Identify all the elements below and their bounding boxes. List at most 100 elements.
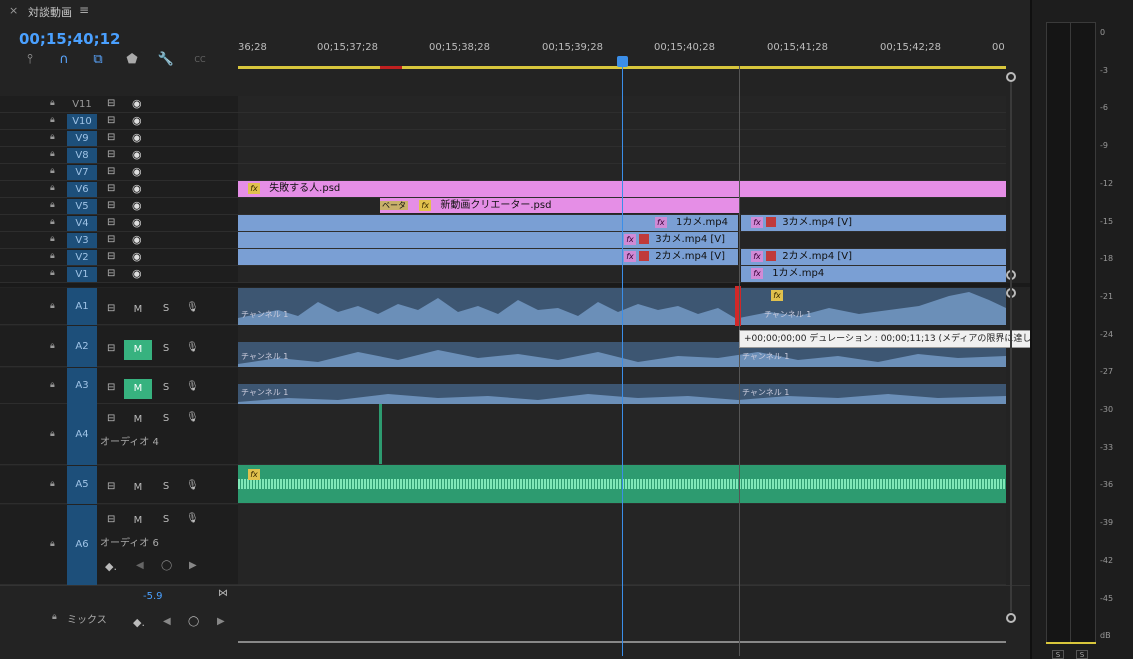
sync-lock-icon[interactable]: ⊟ [107,382,115,393]
playhead-line[interactable] [622,66,623,656]
panel-menu-icon[interactable]: ≡ [79,3,89,17]
next-keyframe-icon[interactable]: ▶ [189,560,197,571]
eye-icon[interactable]: ◉ [132,97,142,110]
audio-clip-a1-right[interactable]: チャンネル 1 fx [739,288,1006,325]
edit-point-marker[interactable] [735,286,741,326]
sync-lock-icon[interactable]: ⊟ [107,149,115,160]
lock-icon[interactable]: 🔒︎ [50,234,60,244]
lock-icon[interactable]: 🔒︎ [50,341,60,351]
timeline-settings-wrench-icon[interactable]: 🔧 [157,52,175,68]
prev-keyframe-icon[interactable]: ◀ [136,560,144,571]
eye-icon[interactable]: ◉ [132,165,142,178]
track-name-a[interactable]: A1 [67,288,97,325]
mute-button[interactable]: M [124,478,152,498]
lock-icon[interactable]: 🔒︎ [50,301,60,311]
mix-collapse-icon[interactable]: ⋈ [218,588,228,599]
lock-icon[interactable]: 🔒︎ [50,429,60,439]
lock-icon[interactable]: 🔒︎ [50,98,60,108]
lock-icon[interactable]: 🔒︎ [50,166,60,176]
solo-right-button[interactable]: S [1076,650,1088,659]
track-name-v[interactable]: V6 [67,182,97,197]
sync-lock-icon[interactable]: ⊟ [107,251,115,262]
mute-button[interactable]: M [124,340,152,360]
clip-v5[interactable]: ベータ fx 新動画クリエーター.psd [380,198,740,213]
lock-icon[interactable]: 🔒︎ [50,251,60,261]
playhead-handle[interactable] [617,56,628,67]
keyframe-toggle-icon[interactable]: ◯ [188,616,199,627]
video-audio-divider[interactable] [0,283,1030,287]
clip-v4-right[interactable]: fx 3カメ.mp4 [V] [741,215,1006,231]
sync-lock-icon[interactable]: ⊟ [107,268,115,279]
sync-lock-icon[interactable]: ⊟ [107,481,115,492]
track-name-a[interactable]: A5 [67,466,97,504]
solo-button[interactable]: S [160,382,172,393]
mute-button[interactable]: M [124,410,152,430]
next-keyframe-icon[interactable]: ▶ [217,616,225,627]
solo-button[interactable]: S [160,303,172,314]
eye-icon[interactable]: ◉ [132,233,142,246]
snap-magnet-icon[interactable]: ∩ [55,52,73,68]
sequence-tab-title[interactable]: 対談動画 [28,4,72,20]
scroll-top-handle[interactable] [1006,72,1016,82]
audio-clip-a1-left[interactable]: チャンネル 1 [238,288,735,325]
sync-lock-icon[interactable]: ⊟ [107,343,115,354]
lock-icon[interactable]: 🔒︎ [50,132,60,142]
lock-icon[interactable]: 🔒︎ [50,479,60,489]
track-name-v[interactable]: V3 [67,233,97,248]
prev-keyframe-icon[interactable]: ◀ [163,616,171,627]
lock-icon[interactable]: 🔒︎ [50,539,60,549]
track-name-v[interactable]: V10 [67,114,97,129]
microphone-icon[interactable]: 🎙︎ [186,513,199,524]
playhead-timecode[interactable]: 00;15;40;12 [19,30,121,48]
sync-lock-icon[interactable]: ⊟ [107,98,115,109]
microphone-icon[interactable]: 🎙︎ [186,381,199,392]
track-name-v[interactable]: V2 [67,250,97,265]
solo-button[interactable]: S [160,481,172,492]
track-name-v[interactable]: V11 [67,97,97,112]
clip-v4-left[interactable]: fx 1カメ.mp4 [238,215,738,231]
captions-icon[interactable]: CC [191,52,209,68]
mute-button[interactable]: M [124,511,152,531]
sync-lock-icon[interactable]: ⊟ [107,132,115,143]
lock-icon[interactable]: 🔒︎ [50,149,60,159]
microphone-icon[interactable]: 🎙︎ [186,480,199,491]
eye-icon[interactable]: ◉ [132,199,142,212]
insert-sequence-icon[interactable]: ⫯ [21,52,39,68]
track-name-a[interactable]: A3 [67,368,97,404]
track-name-a[interactable]: A6 [67,505,97,585]
lock-icon[interactable]: 🔒︎ [50,183,60,193]
clip-v2-left[interactable]: fx 2カメ.mp4 [V] [238,249,738,265]
track-name-v[interactable]: V7 [67,165,97,180]
lock-icon[interactable]: 🔒︎ [50,115,60,125]
clip-v1[interactable]: fx 1カメ.mp4 [741,266,1006,282]
lock-icon[interactable]: 🔒︎ [52,612,57,622]
solo-button[interactable]: S [160,343,172,354]
clip-v3[interactable]: fx 3カメ.mp4 [V] [238,232,738,248]
sync-lock-icon[interactable]: ⊟ [107,514,115,525]
lock-icon[interactable]: 🔒︎ [50,380,60,390]
sync-lock-icon[interactable]: ⊟ [107,413,115,424]
sync-lock-icon[interactable]: ⊟ [107,183,115,194]
solo-left-button[interactable]: S [1052,650,1064,659]
mute-button[interactable]: M [124,379,152,399]
eye-icon[interactable]: ◉ [132,131,142,144]
sync-lock-icon[interactable]: ⊟ [107,200,115,211]
eye-icon[interactable]: ◉ [132,114,142,127]
keyframe-add-icon[interactable]: ◆. [133,616,145,629]
sync-lock-icon[interactable]: ⊟ [107,166,115,177]
lock-icon[interactable]: 🔒︎ [50,268,60,278]
vertical-scrollbar[interactable] [1010,82,1012,612]
mix-volume-value[interactable]: -5.9 [143,591,163,602]
audio-clip-a4-short[interactable] [379,404,382,464]
scroll-bottom-handle[interactable] [1006,613,1016,623]
microphone-icon[interactable]: 🎙︎ [186,412,199,423]
eye-icon[interactable]: ◉ [132,216,142,229]
sync-lock-icon[interactable]: ⊟ [107,303,115,314]
sync-lock-icon[interactable]: ⊟ [107,115,115,126]
track-name-v[interactable]: V9 [67,131,97,146]
track-name-a[interactable]: A4 [67,404,97,465]
track-name-v[interactable]: V5 [67,199,97,214]
linked-selection-icon[interactable]: ⧉ [89,52,107,68]
microphone-icon[interactable]: 🎙︎ [186,342,199,353]
lock-icon[interactable]: 🔒︎ [50,217,60,227]
